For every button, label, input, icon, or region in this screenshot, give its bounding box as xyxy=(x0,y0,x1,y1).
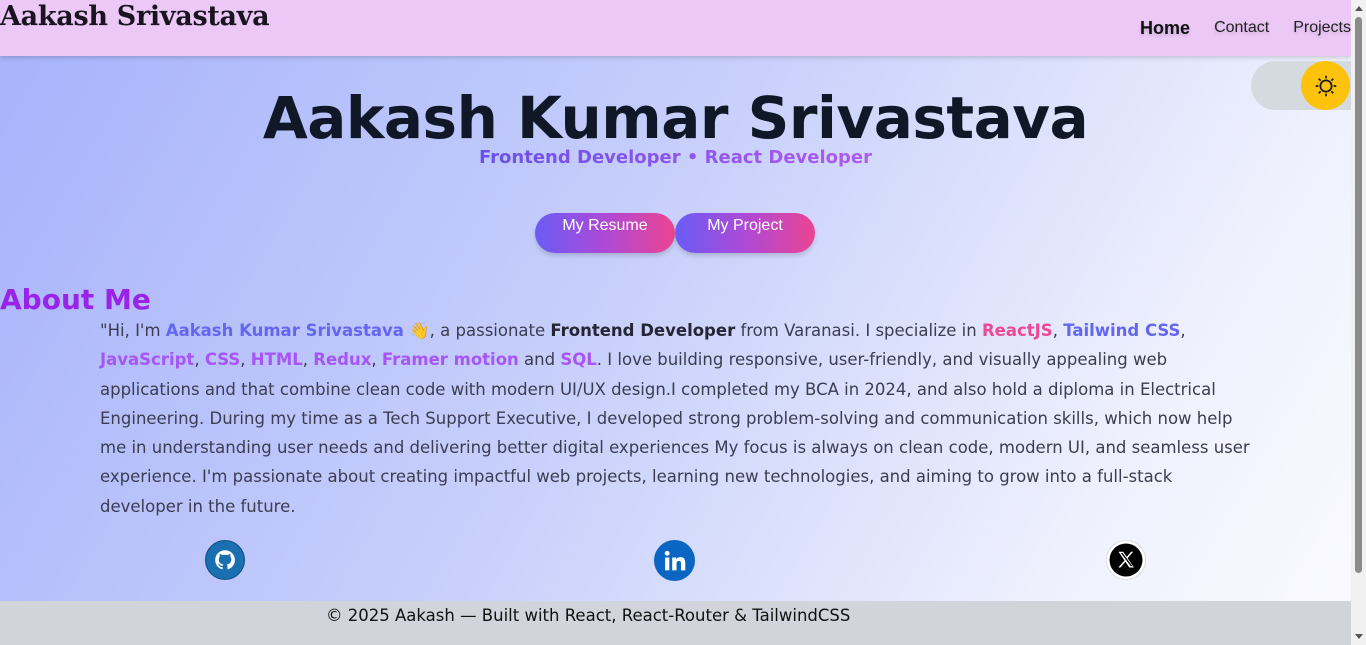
nav-contact-link[interactable]: Contact xyxy=(1214,16,1269,40)
separator: , xyxy=(371,350,382,370)
about-text-1: "Hi, I'm xyxy=(100,321,166,340)
my-project-button[interactable]: My Project xyxy=(675,213,815,253)
scroll-down-arrow-icon[interactable] xyxy=(1355,634,1363,639)
separator: , xyxy=(302,350,314,370)
skill-html: HTML xyxy=(250,350,303,370)
skill-redux: Redux xyxy=(313,350,372,370)
hero-subtitle-text: Frontend Developer • React Developer xyxy=(479,147,872,168)
about-name: Aakash Kumar Srivastava xyxy=(165,321,404,340)
about-paragraph: "Hi, I'm Aakash Kumar Srivastava 👋, a pa… xyxy=(100,316,1250,521)
navbar: Aakash Srivastava Home Contact Projects xyxy=(0,0,1351,56)
vertical-scrollbar[interactable] xyxy=(1351,0,1366,645)
skill-reactjs: ReactJS xyxy=(981,321,1053,340)
linkedin-icon xyxy=(664,550,685,570)
about-text-3: from Varanasi. I specialize in xyxy=(735,321,982,340)
x-icon xyxy=(1109,543,1143,577)
my-resume-button[interactable]: My Resume xyxy=(535,213,675,253)
footer: © 2025 Aakash — Built with React, React-… xyxy=(0,601,1351,645)
nav-projects-link[interactable]: Projects xyxy=(1293,16,1351,40)
scroll-up-arrow-icon[interactable] xyxy=(1355,6,1363,11)
skill-javascript: JavaScript xyxy=(100,350,195,370)
about-text-4: and xyxy=(518,350,561,370)
wave-emoji-icon: 👋 xyxy=(409,321,430,340)
separator: , xyxy=(1052,321,1064,340)
main-nav: Home Contact Projects xyxy=(1140,16,1351,40)
scroll-thumb[interactable] xyxy=(1355,17,1362,573)
hero-subtitle: Frontend Developer • React Developer xyxy=(0,147,1351,169)
skill-framer-motion: Framer motion xyxy=(381,350,519,370)
skill-tailwind: Tailwind CSS xyxy=(1063,321,1181,340)
x-twitter-link[interactable] xyxy=(1106,540,1146,580)
page: Aakash Srivastava Home Contact Projects … xyxy=(0,0,1351,645)
about-role: Frontend Developer xyxy=(550,321,736,340)
about-heading: About Me xyxy=(0,283,151,316)
github-icon xyxy=(215,550,235,570)
separator: , xyxy=(240,350,251,370)
skill-css: CSS xyxy=(204,350,241,370)
github-link[interactable] xyxy=(205,540,245,580)
linkedin-link[interactable] xyxy=(654,540,695,581)
hero-title: Aakash Kumar Srivastava xyxy=(262,84,1089,152)
about-text-5: . I love building responsive, user-frien… xyxy=(100,350,1250,516)
brand-logo-text[interactable]: Aakash Srivastava xyxy=(0,0,270,34)
separator: , xyxy=(194,350,205,370)
nav-home-link[interactable]: Home xyxy=(1140,16,1190,40)
about-text-2: , a passionate xyxy=(429,321,551,340)
separator: , xyxy=(1180,321,1186,340)
footer-copyright: © 2025 Aakash — Built with React, React-… xyxy=(326,606,851,625)
skill-sql: SQL xyxy=(560,350,597,370)
